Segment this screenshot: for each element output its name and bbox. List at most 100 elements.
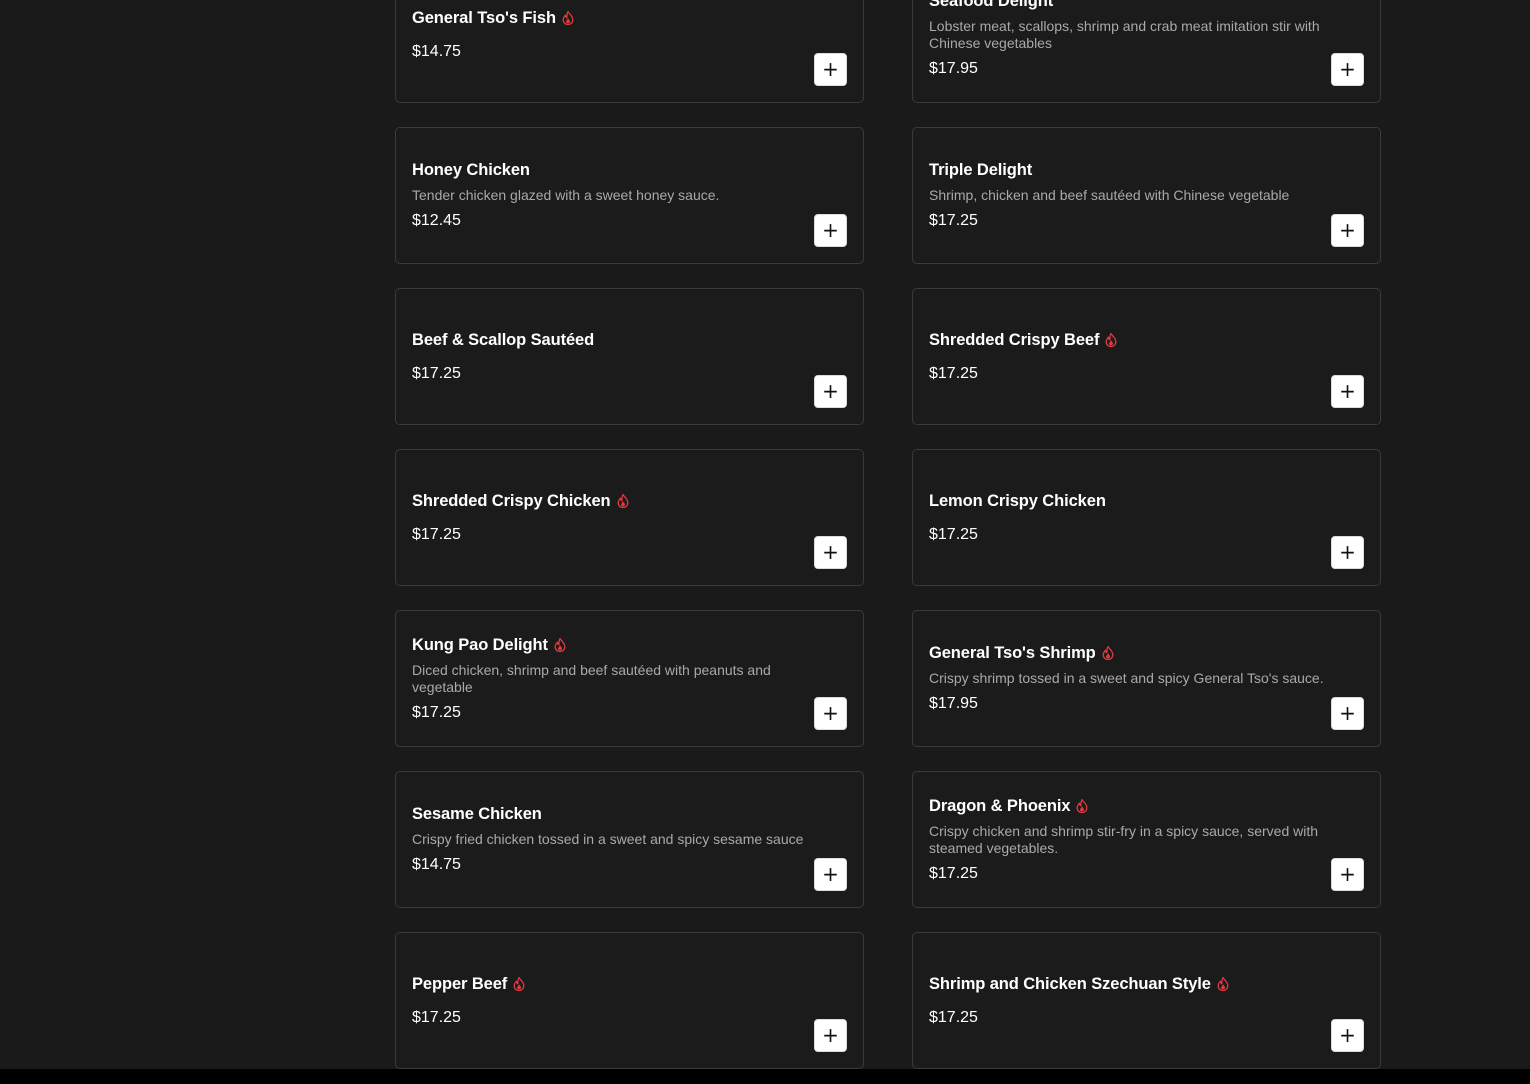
flame-icon [1076, 798, 1088, 813]
menu-item-price: $17.25 [929, 864, 978, 882]
menu-item-name-row: Triple Delight [929, 160, 1340, 180]
menu-item-price: $17.25 [929, 212, 978, 229]
menu-item-price: $17.25 [412, 1008, 461, 1026]
add-to-cart-button[interactable]: + [814, 536, 847, 569]
menu-item-price: $17.25 [929, 1008, 978, 1026]
menu-item-info: Shredded Crispy Beef $17.25 [929, 289, 1340, 424]
add-to-cart-button[interactable]: + [1331, 858, 1364, 891]
menu-item-name-row: Honey Chicken [412, 160, 823, 180]
menu-item-description: Crispy chicken and shrimp stir-fry in a … [929, 822, 1319, 856]
menu-item-price: $14.75 [412, 856, 461, 873]
menu-item-name-row: Lemon Crispy Chicken [929, 491, 1340, 511]
menu-item-name-row: Sesame Chicken [412, 804, 823, 824]
add-to-cart-button[interactable]: + [1331, 214, 1364, 247]
menu-item-name: Seafood Delight [929, 0, 1054, 10]
menu-item-card[interactable]: Shredded Crispy Beef $17.25 + [912, 288, 1381, 425]
menu-item-price: $17.25 [929, 525, 978, 543]
menu-item-name-row: Beef & Scallop Sautéed [412, 330, 823, 350]
menu-item-name-row: Shredded Crispy Chicken [412, 491, 823, 511]
menu-item-name: Pepper Beef [412, 974, 508, 993]
menu-item-price: $17.25 [412, 525, 461, 543]
menu-item-name: General Tso's Shrimp [929, 644, 1096, 662]
bottom-bar [0, 1069, 1530, 1084]
menu-item-price: $17.95 [929, 59, 978, 77]
flame-icon [1217, 976, 1229, 991]
menu-item-info: Honey Chicken Tender chicken glazed with … [412, 128, 823, 263]
menu-item-card[interactable]: General Tso's Fish $14.75 + [395, 0, 864, 103]
menu-item-name: Lemon Crispy Chicken [929, 491, 1106, 510]
menu-item-info: Triple Delight Shrimp, chicken and beef s… [929, 128, 1340, 263]
menu-item-name-row: Seafood Delight [929, 0, 1340, 11]
add-to-cart-button[interactable]: + [814, 697, 847, 730]
menu-item-description: Tender chicken glazed with a sweet honey… [412, 187, 720, 203]
add-to-cart-button[interactable]: + [1331, 53, 1364, 86]
menu-item-info: General Tso's Shrimp Crispy shrimp tossed… [929, 611, 1340, 746]
flame-icon [562, 10, 574, 25]
menu-item-name-row: Shredded Crispy Beef [929, 330, 1340, 350]
menu-item-card[interactable]: Seafood Delight Lobster meat, scallops, s… [912, 0, 1381, 103]
menu-item-card[interactable]: Kung Pao Delight Diced chicken, shrimp an… [395, 610, 864, 747]
menu-item-name-row: Dragon & Phoenix [929, 796, 1340, 816]
menu-item-price: $17.95 [929, 695, 978, 712]
add-to-cart-button[interactable]: + [1331, 697, 1364, 730]
menu-item-info: Lemon Crispy Chicken $17.25 [929, 450, 1340, 585]
add-to-cart-button[interactable]: + [814, 214, 847, 247]
menu-item-info: Sesame Chicken Crispy fried chicken tosse… [412, 772, 823, 907]
menu-item-card[interactable]: Lemon Crispy Chicken $17.25 + [912, 449, 1381, 586]
menu-item-price: $17.25 [929, 364, 978, 382]
menu-item-name: Dragon & Phoenix [929, 796, 1071, 815]
menu-item-description: Lobster meat, scallops, shrimp and crab … [929, 17, 1320, 51]
add-to-cart-button[interactable]: + [814, 1019, 847, 1052]
menu-item-card[interactable]: Triple Delight Shrimp, chicken and beef s… [912, 127, 1381, 264]
menu-item-card[interactable]: Dragon & Phoenix Crispy chicken and shrim… [912, 771, 1381, 908]
menu-item-price: $17.25 [412, 364, 461, 382]
menu-item-name-row: Pepper Beef [412, 974, 823, 994]
flame-icon [554, 637, 566, 652]
add-to-cart-button[interactable]: + [814, 858, 847, 891]
menu-item-name: Kung Pao Delight [412, 635, 548, 654]
menu-item-name: Shredded Crispy Beef [929, 330, 1100, 349]
menu-item-name: Beef & Scallop Sautéed [412, 330, 595, 349]
menu-item-info: Shrimp and Chicken Szechuan Style $17.25 [929, 933, 1340, 1068]
menu-item-name-row: General Tso's Shrimp [929, 643, 1340, 663]
add-to-cart-button[interactable]: + [814, 53, 847, 86]
menu-item-card[interactable]: Pepper Beef $17.25 + [395, 932, 864, 1069]
flame-icon [1105, 332, 1117, 347]
add-to-cart-button[interactable]: + [1331, 375, 1364, 408]
menu-item-name: Shredded Crispy Chicken [412, 491, 611, 510]
menu-item-card[interactable]: Sesame Chicken Crispy fried chicken tosse… [395, 771, 864, 908]
menu-item-name: Sesame Chicken [412, 805, 542, 823]
menu-item-name-row: General Tso's Fish [412, 8, 823, 28]
menu-item-name: Triple Delight [929, 161, 1033, 179]
add-to-cart-button[interactable]: + [1331, 1019, 1364, 1052]
menu-item-name: General Tso's Fish [412, 8, 556, 27]
menu-item-info: General Tso's Fish $14.75 [412, 0, 823, 102]
menu-item-info: Beef & Scallop Sautéed $17.25 [412, 289, 823, 424]
menu-item-description: Crispy fried chicken tossed in a sweet a… [412, 831, 804, 847]
menu-item-description: Crispy shrimp tossed in a sweet and spic… [929, 670, 1324, 686]
menu-item-info: Seafood Delight Lobster meat, scallops, s… [929, 0, 1340, 102]
flame-icon [513, 976, 525, 991]
menu-item-name: Honey Chicken [412, 161, 530, 179]
menu-item-name-row: Shrimp and Chicken Szechuan Style [929, 974, 1340, 994]
menu-item-card[interactable]: Shredded Crispy Chicken $17.25 + [395, 449, 864, 586]
menu-item-info: Dragon & Phoenix Crispy chicken and shrim… [929, 772, 1340, 907]
menu-item-price: $12.45 [412, 212, 461, 229]
flame-icon [1102, 645, 1114, 661]
menu-item-card[interactable]: General Tso's Shrimp Crispy shrimp tossed… [912, 610, 1381, 747]
add-to-cart-button[interactable]: + [814, 375, 847, 408]
menu-item-price: $14.75 [412, 42, 461, 60]
menu-item-card[interactable]: Shrimp and Chicken Szechuan Style $17.25 + [912, 932, 1381, 1069]
menu-item-description: Diced chicken, shrimp and beef sautéed w… [412, 661, 771, 695]
menu-item-card[interactable]: Honey Chicken Tender chicken glazed with … [395, 127, 864, 264]
menu-item-card[interactable]: Beef & Scallop Sautéed $17.25 + [395, 288, 864, 425]
menu-item-info: Kung Pao Delight Diced chicken, shrimp an… [412, 611, 823, 746]
menu-item-price: $17.25 [412, 703, 461, 721]
flame-icon [617, 493, 629, 508]
menu-page: General Tso's Fish $14.75 + Seafood Delight… [0, 0, 1530, 1084]
add-to-cart-button[interactable]: + [1331, 536, 1364, 569]
menu-item-info: Shredded Crispy Chicken $17.25 [412, 450, 823, 585]
menu-item-description: Shrimp, chicken and beef sautéed with Ch… [929, 187, 1290, 203]
menu-item-name-row: Kung Pao Delight [412, 635, 823, 655]
menu-item-name: Shrimp and Chicken Szechuan Style [929, 974, 1211, 993]
